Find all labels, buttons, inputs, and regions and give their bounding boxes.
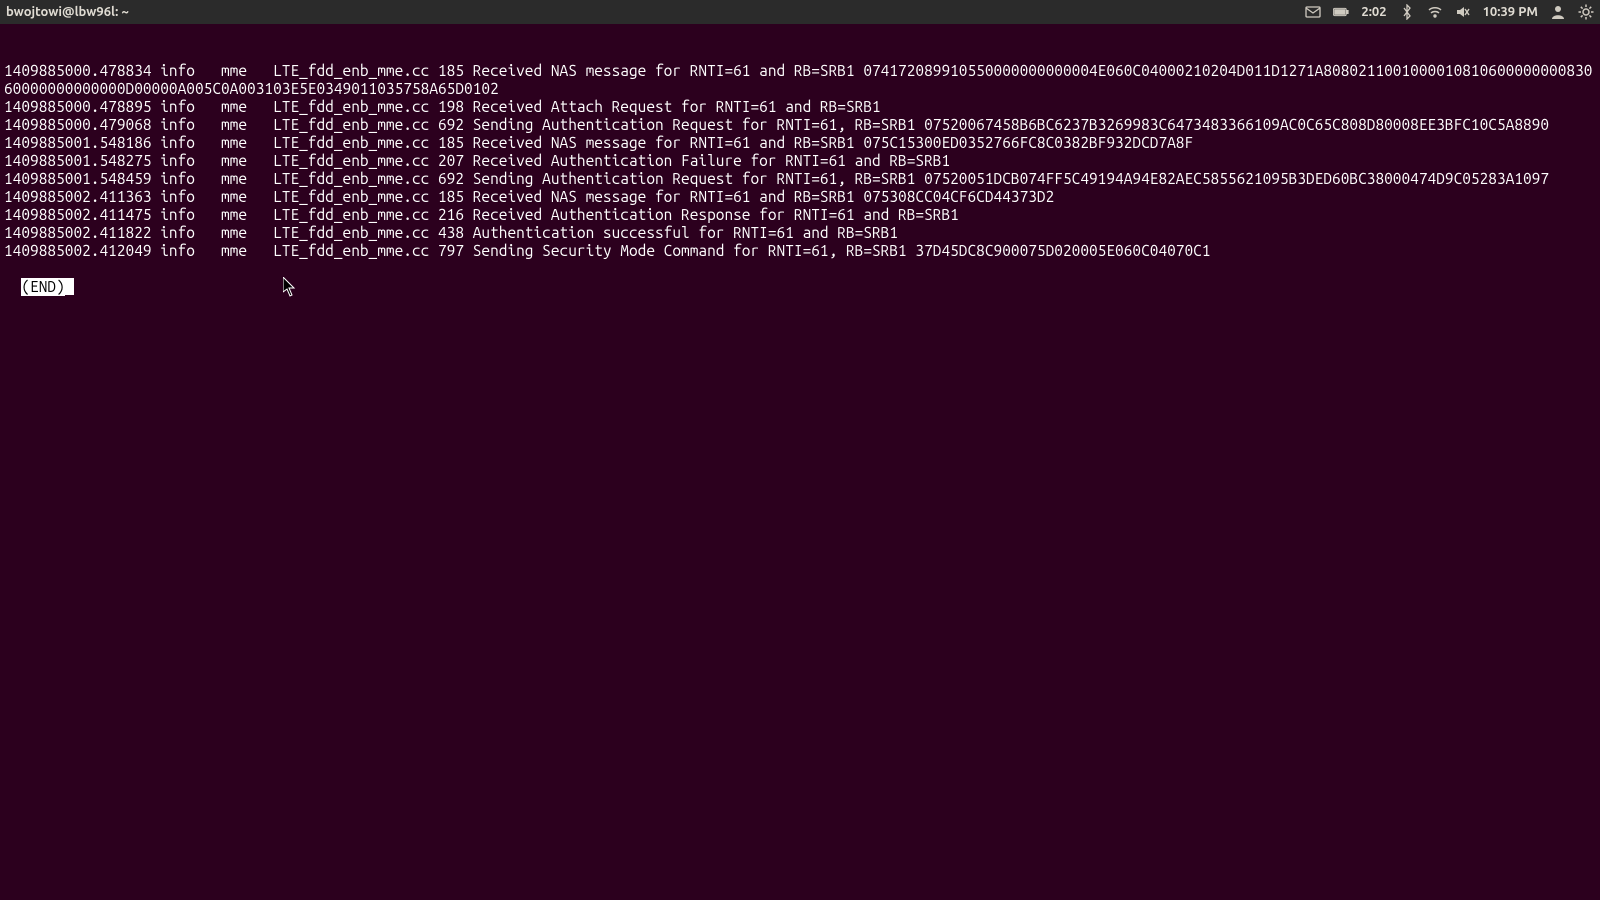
- battery-time: 2:02: [1361, 5, 1386, 19]
- log-line: 1409885001.548186 info mme LTE_fdd_enb_m…: [4, 134, 1596, 152]
- mail-icon[interactable]: [1305, 4, 1321, 20]
- gear-icon[interactable]: [1578, 4, 1594, 20]
- log-line: 1409885000.479068 info mme LTE_fdd_enb_m…: [4, 116, 1596, 134]
- menubar: bwojtowi@lbw96l: ~ 2:02 10:39 PM: [0, 0, 1600, 24]
- user-icon[interactable]: [1550, 4, 1566, 20]
- log-line: 1409885002.411475 info mme LTE_fdd_enb_m…: [4, 206, 1596, 224]
- log-line: 1409885002.411822 info mme LTE_fdd_enb_m…: [4, 224, 1596, 242]
- battery-icon[interactable]: [1333, 4, 1349, 20]
- bluetooth-icon[interactable]: [1399, 4, 1415, 20]
- terminal-output[interactable]: 1409885000.478834 info mme LTE_fdd_enb_m…: [0, 24, 1600, 298]
- log-lines-container: 1409885000.478834 info mme LTE_fdd_enb_m…: [4, 62, 1596, 260]
- terminal-cursor: [65, 278, 74, 295]
- log-line: 1409885002.412049 info mme LTE_fdd_enb_m…: [4, 242, 1596, 260]
- volume-muted-icon[interactable]: [1455, 4, 1471, 20]
- log-line: 1409885002.411363 info mme LTE_fdd_enb_m…: [4, 188, 1596, 206]
- log-line: 1409885001.548275 info mme LTE_fdd_enb_m…: [4, 152, 1596, 170]
- wifi-icon[interactable]: [1427, 4, 1443, 20]
- window-title: bwojtowi@lbw96l: ~: [6, 5, 129, 19]
- log-line: 1409885000.478895 info mme LTE_fdd_enb_m…: [4, 98, 1596, 116]
- log-line: 1409885001.548459 info mme LTE_fdd_enb_m…: [4, 170, 1596, 188]
- log-line: 1409885000.478834 info mme LTE_fdd_enb_m…: [4, 62, 1596, 98]
- pager-end-marker: (END): [21, 278, 64, 296]
- system-tray: 2:02 10:39 PM: [1305, 4, 1594, 20]
- clock[interactable]: 10:39 PM: [1483, 5, 1538, 19]
